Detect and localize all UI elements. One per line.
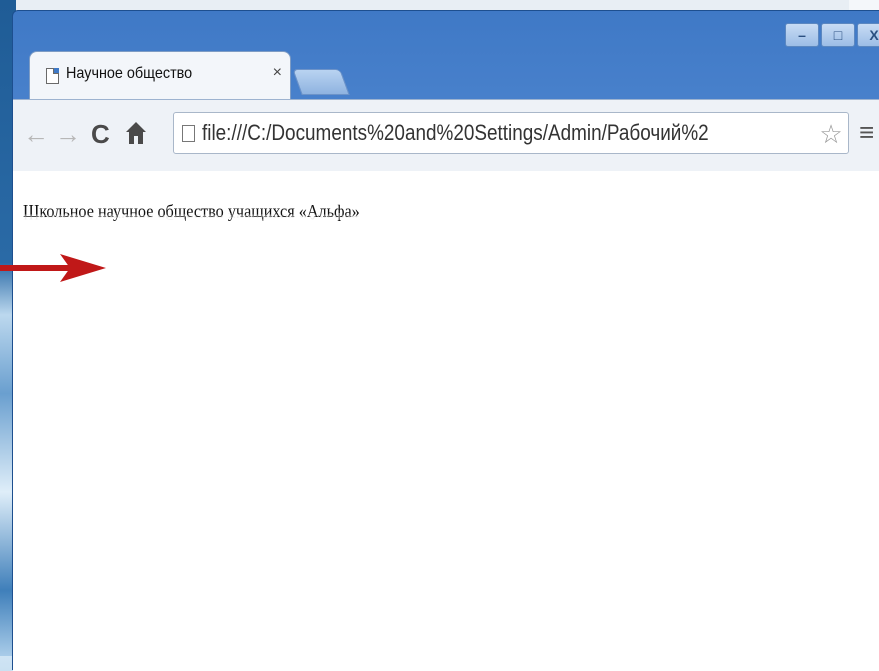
tab-title: Научное общество xyxy=(66,65,193,82)
red-arrow-icon xyxy=(0,254,106,282)
address-bar[interactable]: file:///C:/Documents%20and%20Settings/Ad… xyxy=(173,112,849,154)
url-text[interactable]: file:///C:/Documents%20and%20Settings/Ad… xyxy=(202,120,709,146)
bookmark-star-icon[interactable]: ☆ xyxy=(816,119,846,149)
browser-window: – □ X Научное общество × ← → C file:///C… xyxy=(12,10,879,671)
browser-toolbar: ← → C file:///C:/Documents%20and%20Setti… xyxy=(13,99,879,171)
back-arrow-icon[interactable]: ← xyxy=(23,120,49,148)
new-tab-button[interactable] xyxy=(292,69,350,95)
menu-icon[interactable]: ≡ xyxy=(859,118,874,146)
maximize-button[interactable]: □ xyxy=(821,23,855,47)
page-icon xyxy=(46,68,59,84)
page-icon xyxy=(182,125,195,142)
home-glyph xyxy=(126,122,146,144)
tab-close-icon[interactable]: × xyxy=(273,64,282,82)
minimize-button[interactable]: – xyxy=(785,23,819,47)
forward-arrow-icon[interactable]: → xyxy=(55,120,81,148)
window-controls: – □ X xyxy=(785,23,879,47)
tab-active[interactable]: Научное общество × xyxy=(29,51,291,101)
home-icon[interactable] xyxy=(125,120,147,151)
page-content: Школьное научное общество учащихся «Альф… xyxy=(13,171,879,671)
close-window-button[interactable]: X xyxy=(857,23,879,47)
page-text-reflection: Школьное научное общество учащихся «Альф… xyxy=(23,213,360,221)
reload-icon[interactable]: C xyxy=(91,120,110,148)
